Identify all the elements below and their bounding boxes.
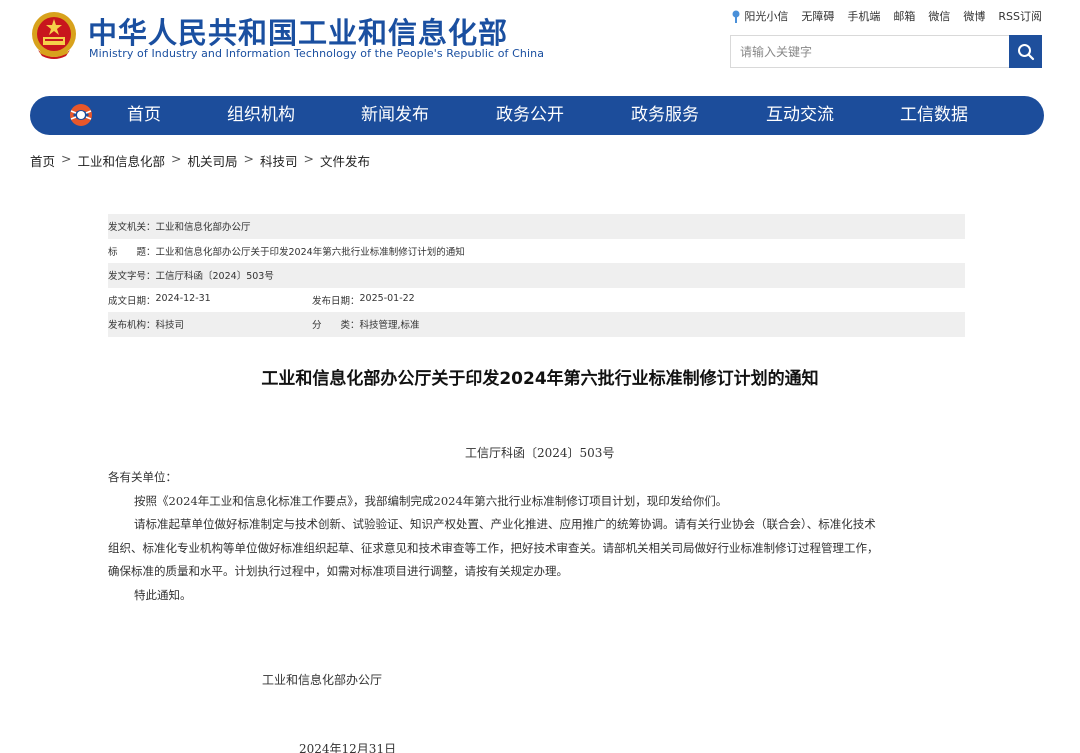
nav-item-gov-affairs[interactable]: 政务公开 <box>496 96 564 135</box>
nav-item-organization[interactable]: 组织机构 <box>227 96 295 135</box>
article-closing: 特此通知。 <box>134 587 192 602</box>
search-box <box>730 35 1042 68</box>
article-signer: 工业和信息化部办公厅 <box>262 673 383 687</box>
article-title: 工业和信息化部办公厅关于印发2024年第六批行业标准制修订计划的通知 <box>261 369 819 389</box>
meta-row-title: 标 题： 工业和信息化部办公厅关于印发2024年第六批行业标准制修订计划的通知 <box>108 239 965 264</box>
top-link-mail[interactable]: 邮箱 <box>893 8 915 24</box>
breadcrumb-file-release[interactable]: 文件发布 <box>320 151 370 170</box>
breadcrumb-departments[interactable]: 机关司局 <box>188 151 238 170</box>
meta-date: 2024-12-31 <box>155 292 211 304</box>
breadcrumb-tech-dept[interactable]: 科技司 <box>260 151 298 170</box>
meta-row-docno: 发文字号： 工信厅科函〔2024〕503号 <box>108 263 965 288</box>
meta-docno: 工信厅科函〔2024〕503号 <box>155 271 274 283</box>
breadcrumb: 首页 > 工业和信息化部 > 机关司局 > 科技司 > 文件发布 <box>30 151 370 170</box>
breadcrumb-separator: > <box>61 151 72 166</box>
meta-row-issuer: 发文机关： 工业和信息化部办公厅 <box>108 214 965 239</box>
search-button[interactable] <box>1009 35 1042 68</box>
search-input[interactable] <box>731 36 1011 67</box>
top-link-sunshine[interactable]: 阳光小信 <box>731 8 788 24</box>
site-header: 中华人民共和国工业和信息化部 Ministry of Industry and … <box>0 0 1080 90</box>
meta-issuer: 工业和信息化部办公厅 <box>155 222 251 234</box>
document-metadata: 发文机关： 工业和信息化部办公厅 标 题： 工业和信息化部办公厅关于印发2024… <box>108 214 965 337</box>
site-subtitle: Ministry of Industry and Information Tec… <box>89 47 545 60</box>
article-body: 各有关单位： 按照《2024年工业和信息化标准工作要点》，我部编制完成2024年… <box>108 466 968 607</box>
meta-title: 工业和信息化部办公厅关于印发2024年第六批行业标准制修订计划的通知 <box>155 246 465 258</box>
meta-pubdate: 2025-01-22 <box>359 292 415 304</box>
article-paragraph: 按照《2024年工业和信息化标准工作要点》，我部编制完成2024年第六批行业标准… <box>134 493 728 508</box>
meta-org: 科技司 <box>155 320 185 332</box>
breadcrumb-home[interactable]: 首页 <box>30 151 55 170</box>
breadcrumb-separator: > <box>243 151 254 166</box>
main-nav: 首页 组织机构 新闻发布 政务公开 政务服务 互动交流 工信数据 <box>30 96 1044 135</box>
nav-item-gov-services[interactable]: 政务服务 <box>631 96 699 135</box>
top-link-mobile[interactable]: 手机端 <box>847 8 880 24</box>
top-link-accessibility[interactable]: 无障碍 <box>801 8 834 24</box>
mascot-pin-icon <box>732 10 740 23</box>
top-link-weibo[interactable]: 微博 <box>963 8 985 24</box>
article-salutation: 各有关单位： <box>108 470 177 484</box>
site-title[interactable]: 中华人民共和国工业和信息化部 <box>88 10 508 52</box>
meta-row-org: 发布机构： 科技司 分 类： 科技管理,标准 <box>108 312 965 337</box>
article-paragraph: 请标准起草单位做好标准制定与技术创新、试验验证、知识产权处置、产业化推进、应用推… <box>134 517 876 531</box>
article-doc-number: 工信厅科函〔2024〕503号 <box>465 446 615 460</box>
nav-item-interaction[interactable]: 互动交流 <box>766 96 834 135</box>
top-link-wechat[interactable]: 微信 <box>928 8 950 24</box>
national-emblem-icon[interactable] <box>30 10 78 64</box>
miit-logo-icon[interactable] <box>68 102 94 128</box>
meta-category: 科技管理,标准 <box>359 320 420 332</box>
nav-item-data[interactable]: 工信数据 <box>900 96 968 135</box>
article-paragraph-cont: 确保标准的质量和水平。计划执行过程中，如需对标准项目进行调整，请按有关规定办理。 <box>108 564 568 578</box>
article-sign-date: 2024年12月31日 <box>299 742 397 753</box>
breadcrumb-separator: > <box>171 151 182 166</box>
meta-row-dates: 成文日期： 2024-12-31 发布日期： 2025-01-22 <box>108 292 415 307</box>
article-paragraph-cont: 组织、标准化专业机构等单位做好标准组织起草、征求意见和技术审查等工作，把好技术审… <box>108 540 879 555</box>
breadcrumb-ministry[interactable]: 工业和信息化部 <box>78 151 166 170</box>
nav-item-news[interactable]: 新闻发布 <box>361 96 429 135</box>
nav-item-home[interactable]: 首页 <box>127 96 161 135</box>
top-links: 阳光小信 无障碍 手机端 邮箱 微信 微博 RSS订阅 <box>731 8 1042 24</box>
top-link-rss[interactable]: RSS订阅 <box>998 8 1042 24</box>
search-icon <box>1017 43 1034 60</box>
breadcrumb-separator: > <box>303 151 314 166</box>
